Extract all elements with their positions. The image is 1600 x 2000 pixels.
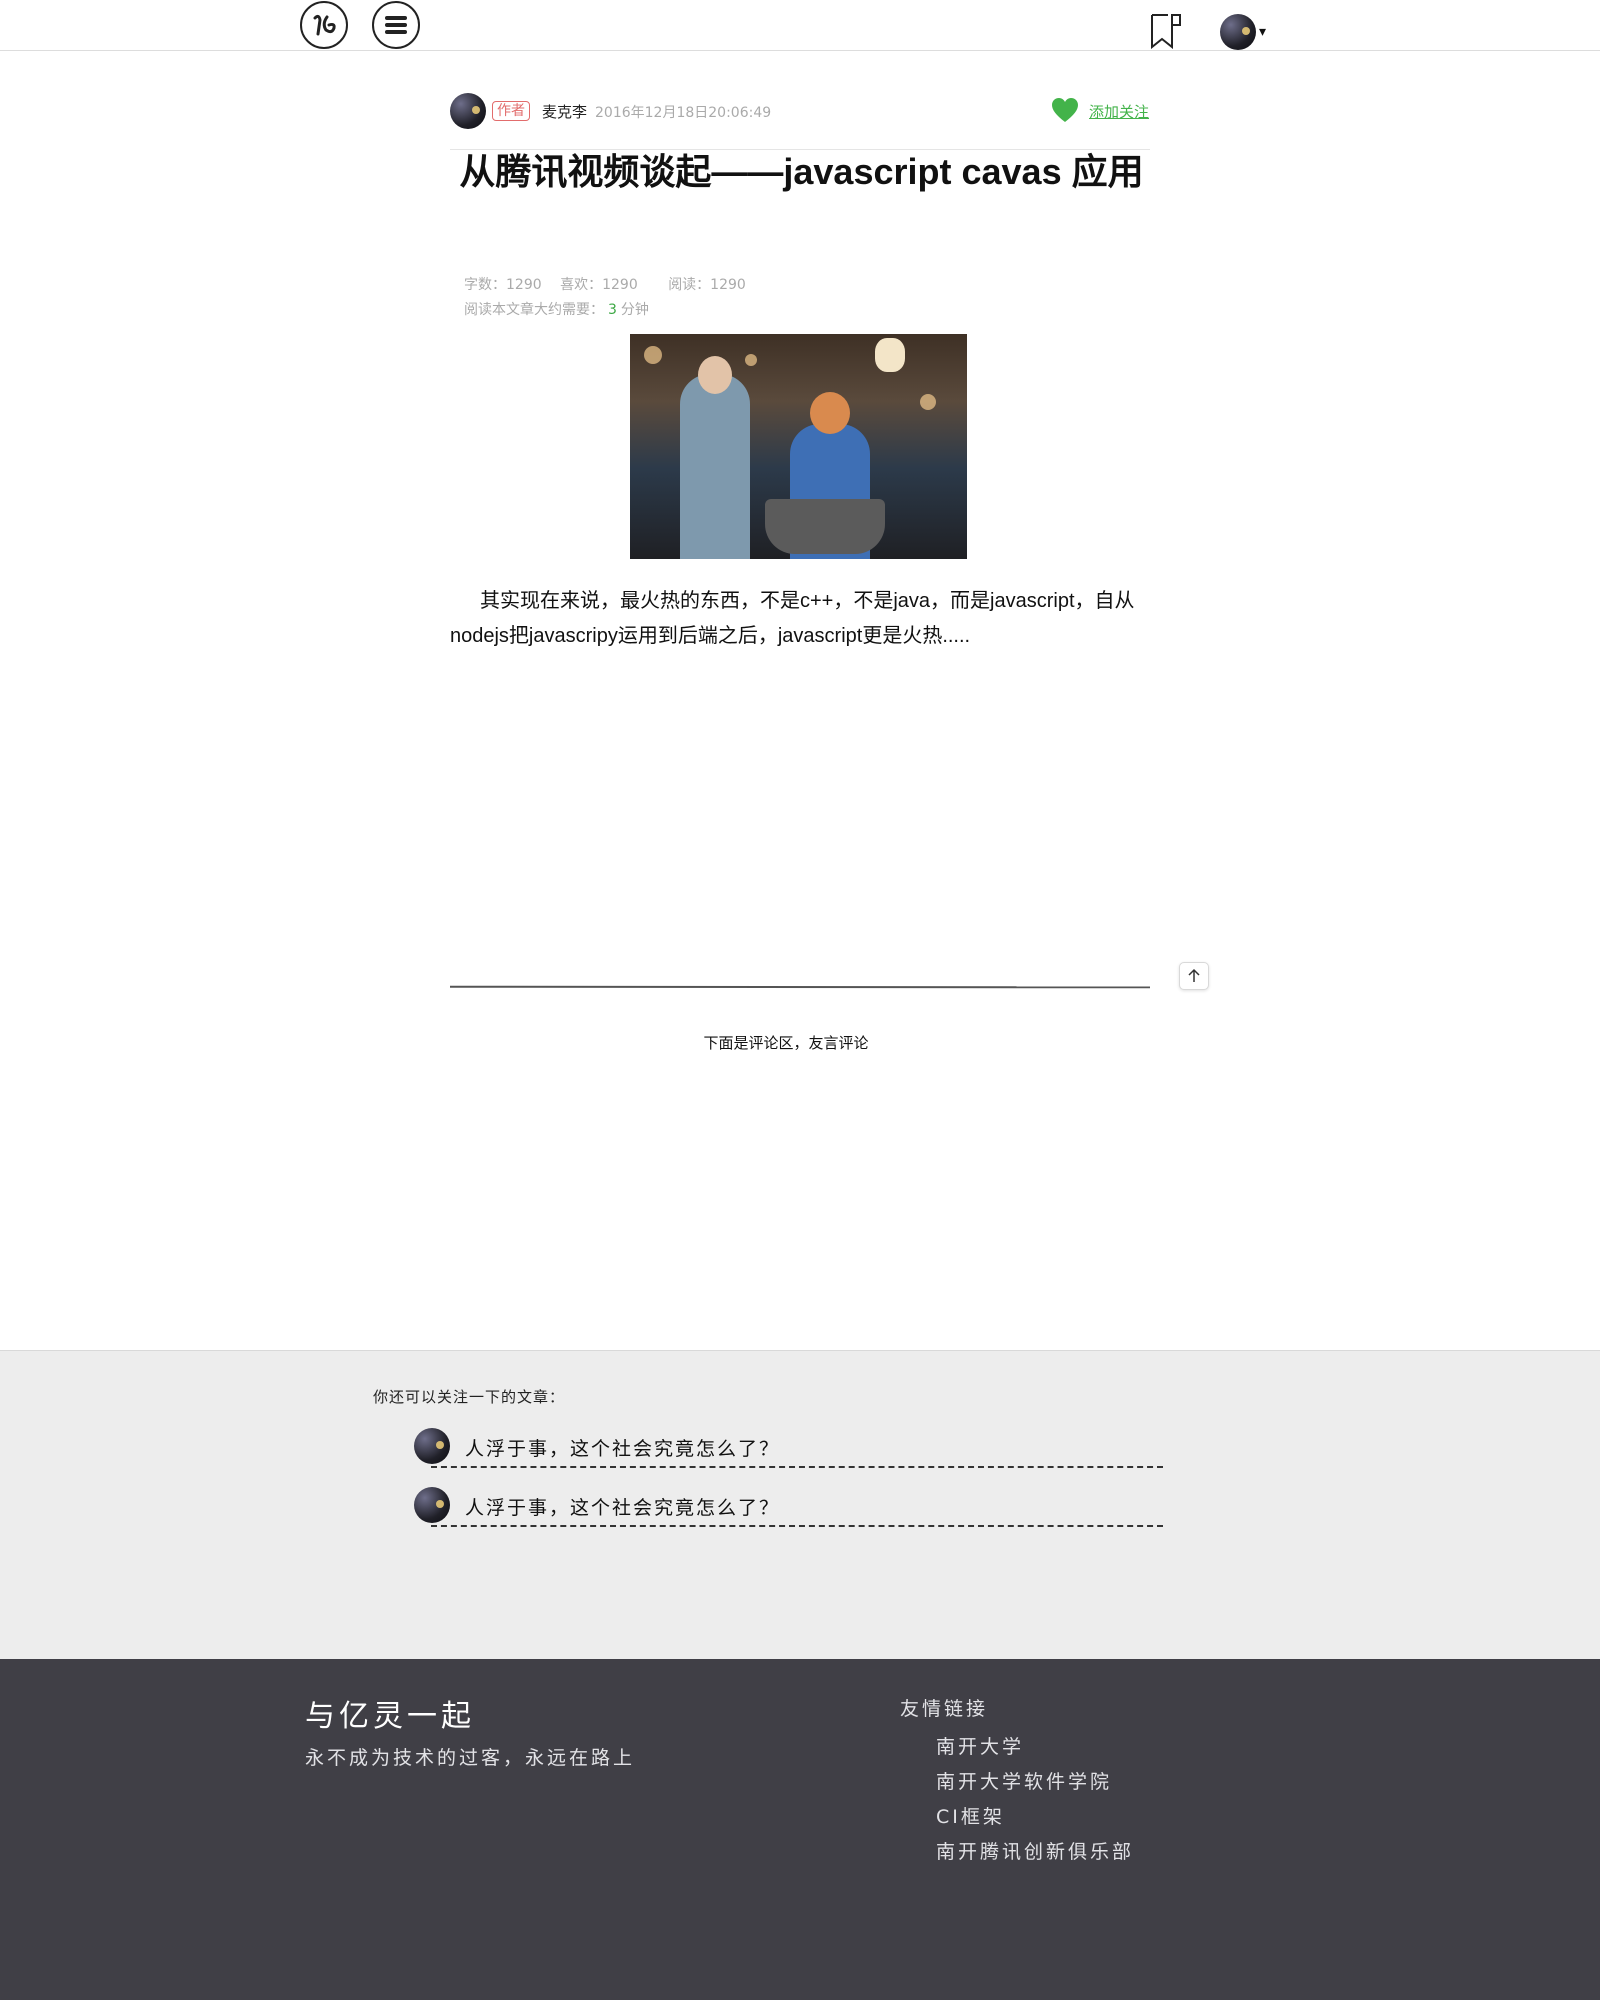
- person-figure: [680, 374, 750, 559]
- related-article-avatar: [414, 1487, 450, 1523]
- chevron-down-icon: ▾: [1259, 24, 1267, 40]
- like-count: 喜欢：1290: [560, 277, 638, 293]
- read-time-label: 阅读本文章大约需要：: [464, 302, 604, 318]
- related-article-item[interactable]: 人浮于事，这个社会究竟怎么了？: [413, 1487, 1163, 1531]
- related-article-title[interactable]: 人浮于事，这个社会究竟怎么了？: [465, 1434, 780, 1461]
- footer-subtitle: 永不成为技术的过客，永远在路上: [305, 1747, 636, 1769]
- logo-button[interactable]: [300, 1, 348, 49]
- comments-note: 下面是评论区，友言评论: [703, 1034, 869, 1052]
- heart-icon[interactable]: [1050, 96, 1080, 124]
- bokeh-light: [745, 354, 757, 366]
- author-row: 作者 麦克李 2016年12月18日20:06:49 添加关注: [450, 92, 1150, 130]
- author-avatar[interactable]: [450, 93, 486, 129]
- related-articles-section: 你还可以关注一下的文章： 人浮于事，这个社会究竟怎么了？ 人浮于事，这个社会究竟…: [0, 1350, 1600, 1660]
- person-head: [810, 392, 850, 434]
- author-badge: 作者: [492, 101, 530, 121]
- friend-links-heading: 友情链接: [900, 1698, 989, 1720]
- footer-title: 与亿灵一起: [305, 1699, 475, 1734]
- follow-link[interactable]: 添加关注: [1089, 101, 1149, 122]
- read-time: 阅读本文章大约需要： 3 分钟: [464, 299, 649, 319]
- article-cover-image: [630, 334, 967, 559]
- article-body: 其实现在来说，最火热的东西，不是c++，不是java，而是javascript，…: [450, 590, 1135, 647]
- logo-icon: [313, 14, 336, 36]
- user-avatar: [1220, 14, 1256, 50]
- bookmark-icon[interactable]: [1150, 13, 1182, 49]
- author-name[interactable]: 麦克李: [542, 101, 587, 122]
- related-article-title[interactable]: 人浮于事，这个社会究竟怎么了？: [465, 1493, 780, 1520]
- content-divider: [449, 985, 1151, 989]
- dashed-divider: [431, 1525, 1163, 1527]
- menu-button[interactable]: [372, 1, 420, 49]
- arrow-up-icon: [1188, 968, 1200, 982]
- word-count: 字数：1290: [464, 277, 542, 293]
- read-count: 阅读：1290: [668, 277, 746, 293]
- bokeh-light: [920, 394, 936, 410]
- person-head: [698, 356, 732, 394]
- back-to-top-button[interactable]: [1179, 962, 1209, 990]
- friend-links-list: 南开大学 南开大学软件学院 CI框架 南开腾讯创新俱乐部: [936, 1730, 1134, 1870]
- friend-link[interactable]: 南开腾讯创新俱乐部: [936, 1835, 1134, 1870]
- related-article-item[interactable]: 人浮于事，这个社会究竟怎么了？: [413, 1428, 1163, 1472]
- cooking-pot: [765, 499, 885, 554]
- related-article-avatar: [414, 1428, 450, 1464]
- post-date: 2016年12月18日20:06:49: [595, 105, 772, 121]
- lantern: [875, 338, 905, 372]
- dashed-divider: [431, 1466, 1163, 1468]
- user-menu[interactable]: ▾: [1220, 14, 1266, 50]
- read-time-value: 3: [608, 302, 617, 318]
- article-stats: 字数：1290 喜欢：1290 阅读：1290: [464, 274, 760, 294]
- footer: 与亿灵一起 永不成为技术的过客，永远在路上 友情链接 南开大学 南开大学软件学院…: [0, 1659, 1600, 2000]
- friend-link[interactable]: CI框架: [936, 1800, 1134, 1835]
- read-time-unit: 分钟: [620, 302, 649, 318]
- top-nav-bar: ▾: [0, 0, 1600, 51]
- friend-link[interactable]: 南开大学软件学院: [936, 1765, 1134, 1800]
- bokeh-light: [644, 346, 662, 364]
- related-heading: 你还可以关注一下的文章：: [373, 1388, 566, 1406]
- friend-link[interactable]: 南开大学: [936, 1730, 1134, 1765]
- hamburger-menu-icon: [385, 16, 407, 34]
- article-title: 从腾讯视频谈起——javascript cavas 应用: [459, 151, 1144, 192]
